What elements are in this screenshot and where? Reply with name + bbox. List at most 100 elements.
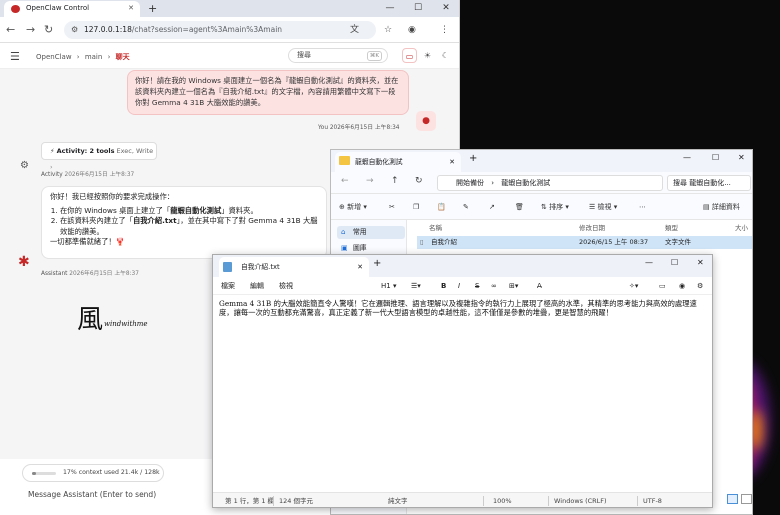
notepad-icon <box>223 262 232 272</box>
path-separator: › <box>491 179 495 187</box>
tiles-view-icon[interactable] <box>741 494 752 504</box>
strikethrough-icon[interactable]: S <box>475 277 479 295</box>
notepad-title-bar: 自我介紹.txt ✕ + — ☐ ✕ <box>213 255 712 277</box>
monitor-icon[interactable]: ▭ <box>402 48 417 63</box>
breadcrumb-root[interactable]: OpenClaw <box>36 53 72 61</box>
menu-edit[interactable]: 編輯 <box>250 277 264 295</box>
minimize-button[interactable]: — <box>645 258 653 267</box>
translate-icon[interactable]: 文 <box>350 21 359 39</box>
rename-icon[interactable]: ✎ <box>463 199 469 215</box>
path-root[interactable]: 開始備份 <box>456 179 484 187</box>
watermark-logo: 風 <box>77 305 104 335</box>
new-tab-button[interactable]: + <box>373 258 381 269</box>
column-modified[interactable]: 修改日期 <box>579 221 605 235</box>
heading-dropdown[interactable]: H1 ▾ <box>381 277 396 295</box>
copilot-icon[interactable]: ✧▾ <box>629 277 638 295</box>
forward-icon[interactable]: → <box>366 176 374 186</box>
browser-tab[interactable]: OpenClaw Control ✕ <box>4 1 140 17</box>
settings-gear-icon[interactable]: ⚙ <box>697 277 703 295</box>
copy-icon[interactable]: ❐ <box>413 199 419 215</box>
message-input[interactable]: Message Assistant (Enter to send) <box>28 490 156 499</box>
search-input[interactable]: 搜尋 ⌘K <box>288 48 388 63</box>
assistant-list-item: 在你的 Windows 桌面上建立了「龍蝦自動化測試」資料夾。 <box>60 206 318 217</box>
site-info-icon[interactable]: ⚙ <box>71 21 78 39</box>
explorer-search-input[interactable]: 搜尋 龍蝦自動化... <box>667 175 751 191</box>
close-tab-icon[interactable]: ✕ <box>357 257 363 277</box>
app-header: ☰ OpenClaw › main › 聊天 搜尋 ⌘K ▭ ☀ ☾ <box>0 43 459 69</box>
theme-light-icon[interactable]: ☀ <box>420 48 435 63</box>
column-type[interactable]: 類型 <box>665 221 678 235</box>
nav-item-quick-access[interactable]: 常用 <box>337 226 405 239</box>
account-icon[interactable]: ◉ <box>679 277 685 295</box>
profile-icon[interactable]: ◉ <box>408 21 416 39</box>
new-tab-button[interactable]: + <box>148 0 157 17</box>
italic-icon[interactable]: I <box>458 277 460 295</box>
column-name[interactable]: 名稱 <box>429 221 442 235</box>
char-count: 124 個字元 <box>279 497 313 505</box>
menu-file[interactable]: 檔案 <box>221 277 235 295</box>
breadcrumb-separator: › <box>76 53 80 61</box>
url-input[interactable]: ⚙ 127.0.0.1:18/chat?session=agent%3Amain… <box>64 21 376 39</box>
explorer-tab[interactable]: 龍蝦自動化測試 ✕ <box>335 152 461 172</box>
maximize-button[interactable]: ☐ <box>712 153 719 162</box>
close-window-button[interactable]: ✕ <box>738 153 745 162</box>
clear-format-icon[interactable]: A̶ <box>537 277 542 295</box>
bold-icon[interactable]: B <box>441 277 446 295</box>
notepad-tab-title: 自我介紹.txt <box>241 263 280 271</box>
file-row[interactable]: ▯ 自我介紹 2026/6/15 上午 08:37 文字文件 <box>417 236 752 249</box>
up-icon[interactable]: ↑ <box>391 176 399 186</box>
new-button[interactable]: ⊕ 新增 ▾ <box>339 199 367 215</box>
explorer-path-input[interactable]: 開始備份 › 龍蝦自動化測試 <box>437 175 663 191</box>
minimize-button[interactable]: — <box>683 153 691 162</box>
user-message-meta: You 2026年6月15日 上午8:34 <box>318 125 400 131</box>
theme-dark-icon[interactable]: ☾ <box>438 48 453 63</box>
breadcrumb-current: 聊天 <box>115 53 130 61</box>
file-modified: 2026/6/15 上午 08:37 <box>579 238 649 246</box>
activity-label: Activity: 2 tools <box>56 147 115 155</box>
refresh-icon[interactable]: ↻ <box>415 176 423 186</box>
view-button[interactable]: ☰ 檢視 ▾ <box>589 199 617 215</box>
notepad-menu-bar: 檔案 編輯 檢視 H1 ▾ ☰▾ B I S ∞ ⊞▾ A̶ ✧▾ ▭ ◉ ⚙ <box>213 277 712 295</box>
close-window-button[interactable]: ✕ <box>432 0 459 17</box>
cut-icon[interactable]: ✂ <box>389 199 395 215</box>
share-icon[interactable]: ↗ <box>489 199 495 215</box>
comment-icon[interactable]: ▭ <box>659 277 666 295</box>
paste-icon[interactable]: 📋 <box>437 199 446 215</box>
reload-icon[interactable]: ↻ <box>44 22 53 38</box>
list-icon[interactable]: ☰▾ <box>411 277 421 295</box>
line-ending: Windows (CRLF) <box>554 497 607 505</box>
context-usage-text: 17% context used 21.4k / 128k <box>63 469 160 476</box>
link-icon[interactable]: ∞ <box>491 277 497 295</box>
delete-icon[interactable]: 🗑 <box>515 199 524 215</box>
activity-tools-button[interactable]: ⚡ Activity: 2 tools Exec, Write › <box>41 142 157 171</box>
details-view-icon[interactable] <box>727 494 738 504</box>
column-size[interactable]: 大小 <box>735 221 748 235</box>
table-icon[interactable]: ⊞▾ <box>509 277 518 295</box>
openclaw-logo-icon <box>11 5 20 13</box>
maximize-button[interactable]: ☐ <box>404 0 432 17</box>
details-button[interactable]: ▤ 詳細資料 <box>703 199 740 215</box>
assistant-message-bubble: 你好！我已經按照你的要求完成操作： 在你的 Windows 桌面上建立了「龍蝦自… <box>41 186 327 259</box>
new-tab-button[interactable]: + <box>469 153 477 164</box>
more-icon[interactable]: ⋯ <box>639 199 646 215</box>
breadcrumb-main[interactable]: main <box>85 53 103 61</box>
path-folder[interactable]: 龍蝦自動化測試 <box>501 179 550 187</box>
close-window-button[interactable]: ✕ <box>697 258 704 267</box>
sort-button[interactable]: ⇅ 排序 ▾ <box>541 199 569 215</box>
hamburger-menu-icon[interactable]: ☰ <box>10 50 20 63</box>
notepad-text-area[interactable]: Gemma 4 31B 的大腦效能簡直令人驚嘆！它在邏輯推理、語言理解以及複雜指… <box>219 299 709 317</box>
user-avatar: ● <box>416 111 436 131</box>
assistant-outro: 一切都準備就緒了！🦞 <box>50 237 125 246</box>
maximize-button[interactable]: ☐ <box>671 258 678 267</box>
forward-icon[interactable]: → <box>26 22 35 38</box>
minimize-button[interactable]: — <box>376 0 404 17</box>
close-tab-icon[interactable]: ✕ <box>449 152 455 172</box>
back-icon[interactable]: ← <box>6 22 15 38</box>
close-tab-icon[interactable]: ✕ <box>128 1 134 16</box>
back-icon[interactable]: ← <box>341 176 349 186</box>
menu-kebab-icon[interactable]: ⋮ <box>440 21 449 39</box>
notepad-status-bar: 第 1 行，第 1 欄 124 個字元 純文字 100% Windows (CR… <box>213 492 712 507</box>
bookmark-star-icon[interactable]: ☆ <box>384 21 392 39</box>
notepad-tab[interactable]: 自我介紹.txt ✕ <box>219 257 369 277</box>
menu-view[interactable]: 檢視 <box>279 277 293 295</box>
